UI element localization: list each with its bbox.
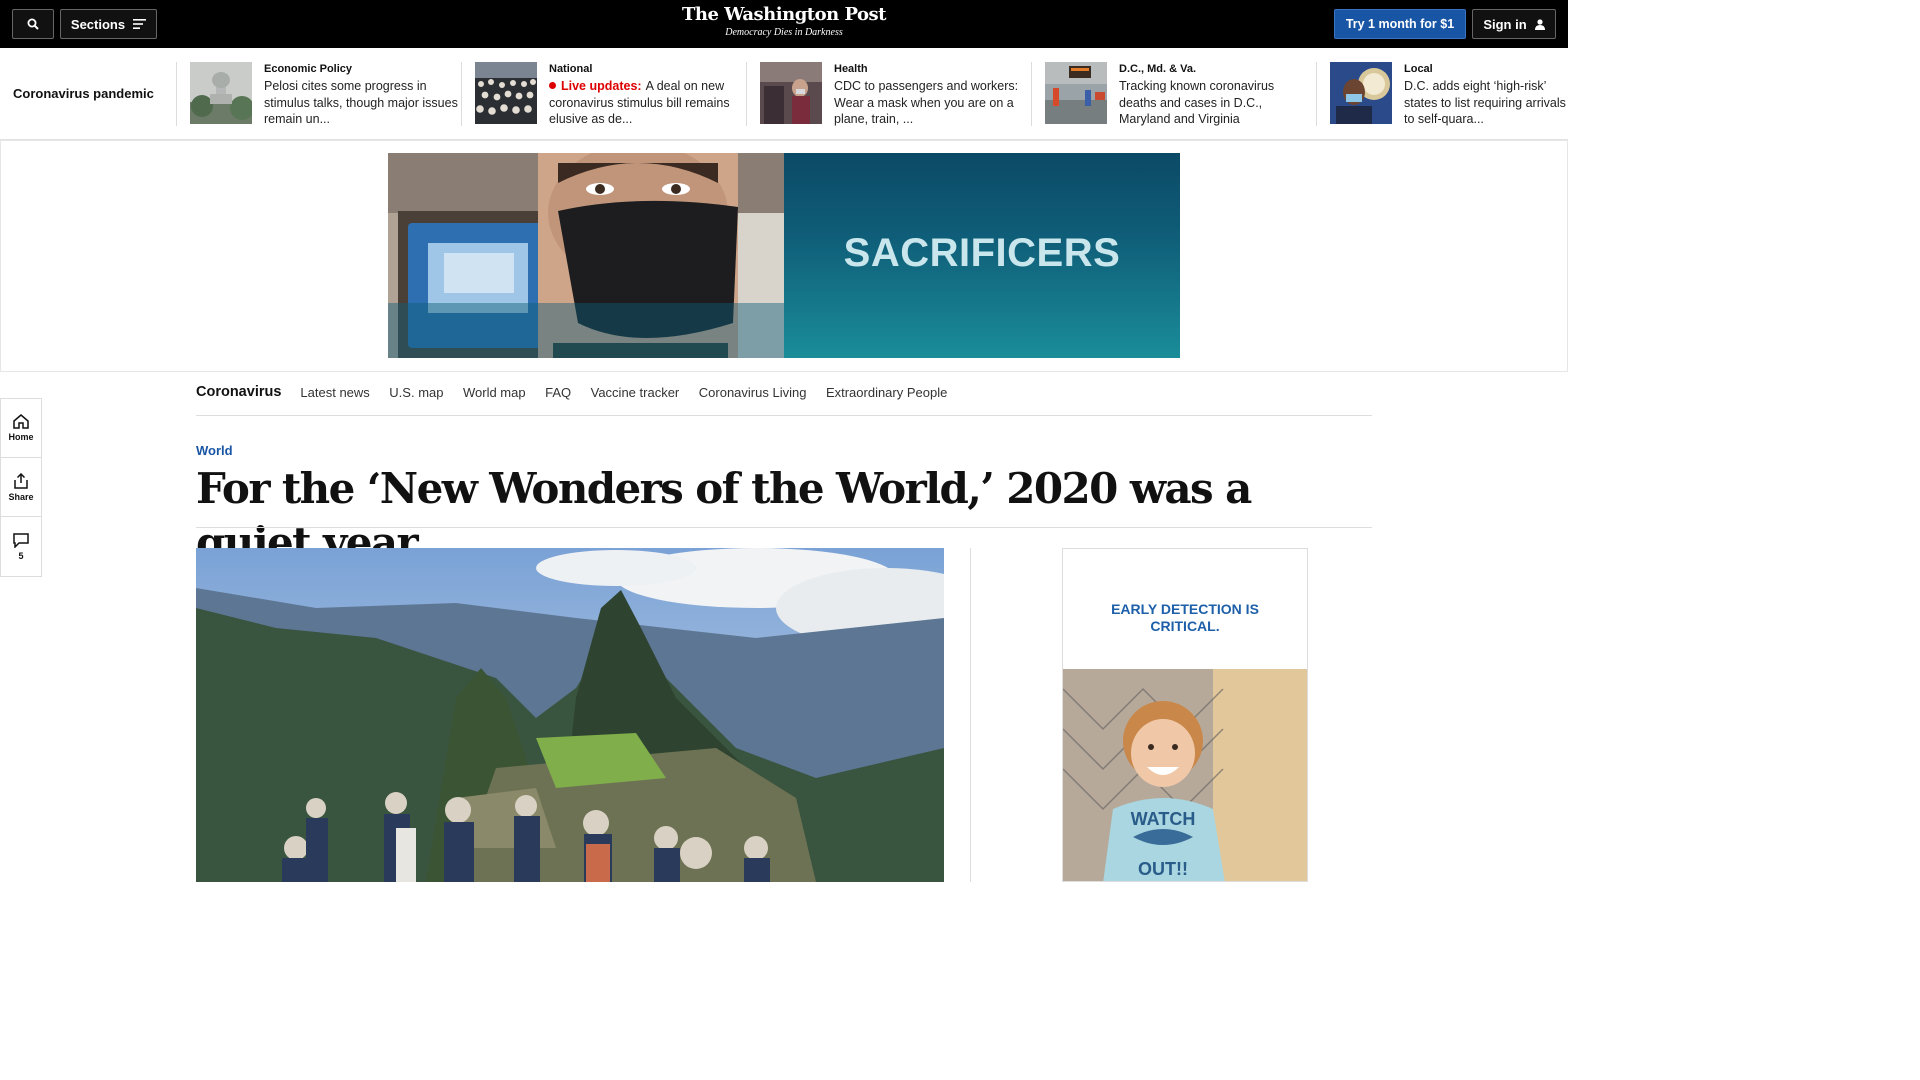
- strip-divider: [746, 62, 747, 126]
- sections-button[interactable]: Sections: [60, 9, 157, 39]
- crowd-thumbnail: [475, 62, 537, 124]
- capitol-thumbnail: [190, 62, 252, 124]
- strip-category: Economic Policy: [264, 63, 353, 75]
- mayor-thumbnail: [1330, 62, 1392, 124]
- strip-headline[interactable]: Tracking known coronavirus deaths and ca…: [1119, 78, 1315, 128]
- live-dot-icon: [549, 82, 556, 89]
- headline-divider: [196, 527, 1372, 528]
- coronavirus-strip: Coronavirus pandemic Economic Policy Pel…: [0, 48, 1568, 140]
- user-icon: [1534, 18, 1545, 30]
- strip-category: D.C., Md. & Va.: [1119, 63, 1197, 75]
- strip-divider: [461, 62, 462, 126]
- strip-item-national[interactable]: National Live updates: A deal on new coro…: [475, 62, 745, 126]
- comment-icon: [13, 532, 29, 548]
- subnav-latest-news[interactable]: Latest news: [300, 384, 369, 400]
- svg-text:WATCH: WATCH: [1131, 809, 1196, 829]
- strip-category: Health: [834, 63, 868, 75]
- sign-in-button[interactable]: Sign in: [1472, 9, 1556, 39]
- strip-headline[interactable]: D.C. adds eight ‘high-risk’ states to li…: [1404, 78, 1568, 126]
- strip-category: National: [549, 63, 593, 75]
- subnav-vaccine-tracker[interactable]: Vaccine tracker: [591, 384, 680, 400]
- share-button[interactable]: Share: [1, 458, 41, 517]
- home-label: Home: [8, 432, 34, 442]
- search-icon: [27, 18, 39, 30]
- ad-banner[interactable]: SACRIFICERS: [388, 153, 1180, 358]
- sign-in-label: Sign in: [1483, 16, 1527, 32]
- subnav-world-map[interactable]: World map: [463, 384, 526, 400]
- strip-headline[interactable]: Live updates: A deal on new coronavirus s…: [549, 78, 745, 128]
- side-ad-line2: CRITICAL.: [1150, 618, 1220, 634]
- left-rail: Home Share 5: [0, 398, 42, 577]
- comments-button[interactable]: 5: [1, 517, 41, 576]
- strip-item-economic-policy[interactable]: Economic Policy Pelosi cites some progre…: [190, 62, 460, 126]
- subnav-brand[interactable]: Coronavirus: [196, 384, 281, 400]
- subnav-extraordinary-people[interactable]: Extraordinary People: [826, 384, 947, 400]
- top-bar: Sections The Washington Post Democracy D…: [0, 0, 1568, 48]
- child-photo: WATCH OUT!!: [1063, 669, 1307, 881]
- logo-tagline: Democracy Dies in Darkness: [725, 27, 843, 38]
- masked-man-photo: [388, 153, 784, 358]
- svg-text:OUT!!: OUT!!: [1138, 859, 1188, 879]
- home-button[interactable]: Home: [1, 399, 41, 458]
- subnav-coronavirus-living[interactable]: Coronavirus Living: [699, 384, 807, 400]
- side-ad-text: EARLY DETECTION IS CRITICAL.: [1063, 601, 1307, 635]
- share-icon: [14, 472, 28, 489]
- menu-icon: [133, 19, 147, 29]
- logo-wordmark: The Washington Post: [682, 4, 886, 25]
- column-divider: [970, 548, 971, 882]
- strip-divider: [1031, 62, 1032, 126]
- comments-count: 5: [18, 550, 24, 561]
- sections-label: Sections: [70, 16, 126, 32]
- side-ad[interactable]: EARLY DETECTION IS CRITICAL. WATCH OUT!!: [1062, 548, 1308, 882]
- home-icon: [13, 414, 29, 429]
- live-label: Live updates:: [561, 79, 642, 93]
- ad-headline: SACRIFICERS: [843, 231, 1121, 275]
- strip-divider: [1316, 62, 1317, 126]
- subnav-faq[interactable]: FAQ: [545, 384, 571, 400]
- subnav-us-map[interactable]: U.S. map: [389, 384, 443, 400]
- plane-cabin-thumbnail: [760, 62, 822, 124]
- strip-item-local[interactable]: Local D.C. adds eight ‘high-risk’ states…: [1330, 62, 1568, 126]
- strip-divider: [176, 62, 177, 126]
- side-ad-line1: EARLY DETECTION IS: [1111, 601, 1259, 617]
- strip-category: Local: [1404, 63, 1433, 75]
- coronavirus-subnav: Coronavirus Latest news U.S. map World m…: [196, 384, 1372, 416]
- testing-site-thumbnail: [1045, 62, 1107, 124]
- strip-title[interactable]: Coronavirus pandemic: [13, 86, 154, 101]
- ad-text-panel: SACRIFICERS: [784, 153, 1180, 358]
- site-logo[interactable]: The Washington Post Democracy Dies in Da…: [634, 4, 934, 38]
- article-kicker[interactable]: World: [196, 443, 233, 458]
- subscribe-button[interactable]: Try 1 month for $1: [1334, 9, 1466, 39]
- share-label: Share: [8, 491, 34, 502]
- strip-headline[interactable]: Pelosi cites some progress in stimulus t…: [264, 78, 460, 128]
- strip-item-health[interactable]: Health CDC to passengers and workers: We…: [760, 62, 1030, 126]
- strip-item-dc-md-va[interactable]: D.C., Md. & Va. Tracking known coronavir…: [1045, 62, 1315, 126]
- search-button[interactable]: [12, 9, 54, 39]
- machu-picchu-photo[interactable]: [196, 548, 944, 882]
- strip-headline[interactable]: CDC to passengers and workers: Wear a ma…: [834, 78, 1030, 128]
